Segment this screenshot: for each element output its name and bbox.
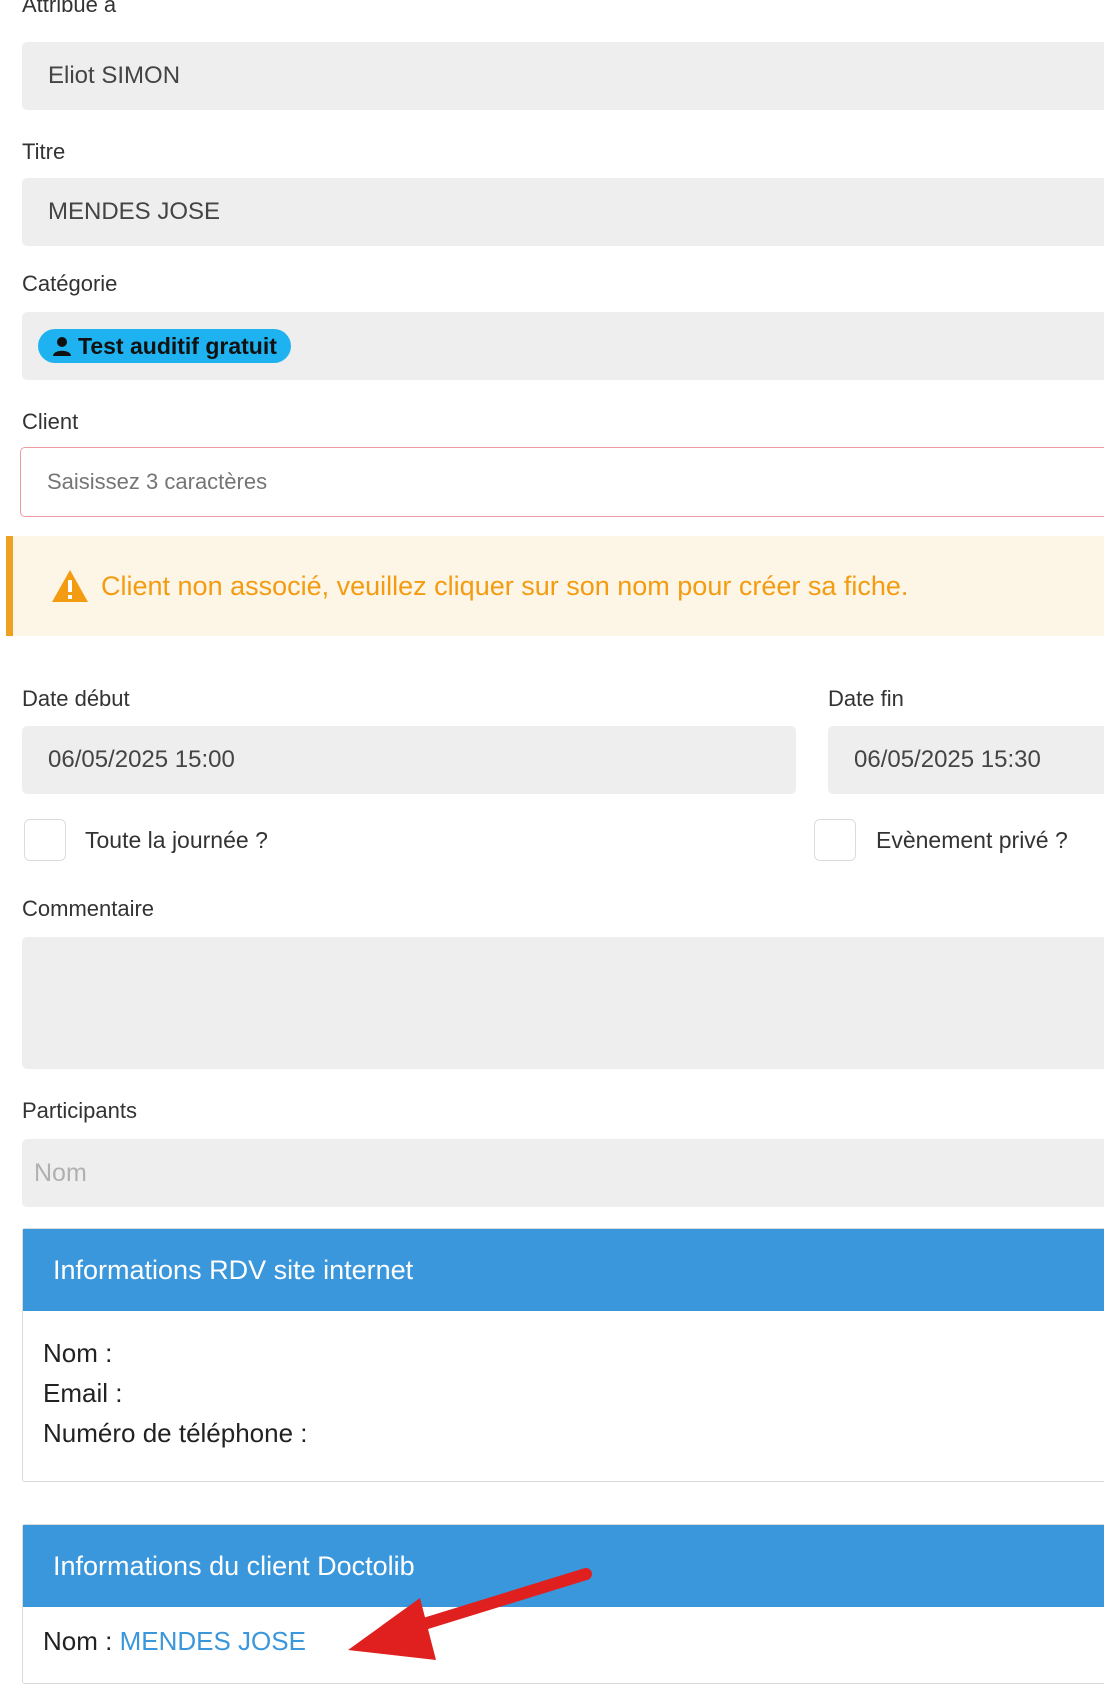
annotation-arrow-icon (348, 1568, 592, 1660)
